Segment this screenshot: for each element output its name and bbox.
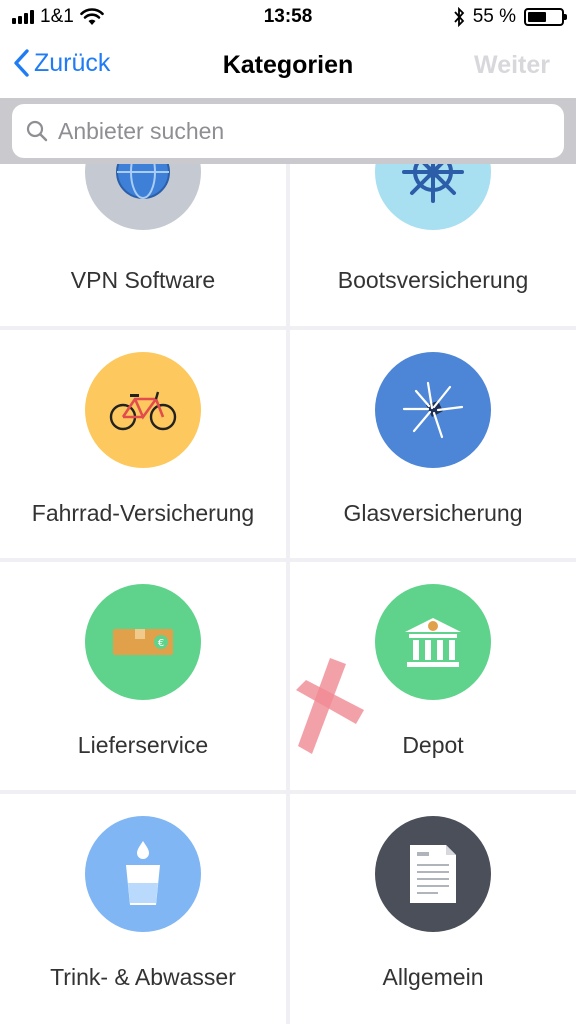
category-icon-circle xyxy=(375,164,491,230)
category-icon-circle xyxy=(375,816,491,932)
category-icon-circle xyxy=(375,352,491,468)
ship-wheel-icon xyxy=(402,164,464,203)
category-label: Lieferservice xyxy=(77,732,209,758)
category-label: Trink- & Abwasser xyxy=(50,964,236,990)
category-label: Glasversicherung xyxy=(343,500,523,526)
category-icon-circle xyxy=(85,816,201,932)
status-right: 55 % xyxy=(453,6,567,28)
category-icon-circle xyxy=(85,164,201,230)
battery-fill xyxy=(528,12,546,22)
category-icon-circle xyxy=(375,584,491,700)
category-label: Depot xyxy=(402,732,464,758)
category-label: Bootsversicherung xyxy=(337,267,529,293)
category-tile[interactable]: Bootsversicherung xyxy=(290,164,576,326)
broken-glass-icon xyxy=(402,381,464,439)
battery-icon xyxy=(524,8,567,26)
category-tile[interactable]: Depot xyxy=(290,562,576,790)
category-label: Fahrrad-Versicherung xyxy=(31,500,255,526)
globe-icon xyxy=(116,164,170,199)
search-input[interactable] xyxy=(58,117,538,145)
bank-icon xyxy=(405,618,461,667)
bluetooth-icon xyxy=(454,7,464,27)
status-bar: 1&1 13:58 55 % xyxy=(0,0,576,34)
package-icon: € xyxy=(113,629,173,655)
category-label: Allgemein xyxy=(382,964,484,990)
search-bar xyxy=(0,98,576,164)
category-tile[interactable]: Trink- & Abwasser xyxy=(0,794,286,1024)
category-tile[interactable]: € Lieferservice xyxy=(0,562,286,790)
battery-percent: 55 % xyxy=(472,6,516,27)
category-tile[interactable]: Allgemein xyxy=(290,794,576,1024)
svg-text:€: € xyxy=(158,638,164,649)
category-tile[interactable]: Fahrrad-Versicherung xyxy=(0,330,286,558)
category-grid: VPN Software Bootsversicherung Fahrrad-V… xyxy=(0,164,576,1024)
water-glass-icon xyxy=(126,841,160,905)
search-field[interactable] xyxy=(12,104,564,158)
document-icon xyxy=(410,845,456,903)
category-icon-circle xyxy=(85,352,201,468)
category-icon-circle: € xyxy=(85,584,201,700)
category-tile[interactable]: VPN Software xyxy=(0,164,286,326)
next-button[interactable]: Weiter xyxy=(474,51,550,80)
navigation-bar: Zurück Kategorien Weiter xyxy=(0,34,576,98)
category-label: VPN Software xyxy=(70,267,216,293)
category-tile[interactable]: Glasversicherung xyxy=(290,330,576,558)
search-icon xyxy=(26,120,48,142)
bicycle-icon xyxy=(109,391,177,431)
